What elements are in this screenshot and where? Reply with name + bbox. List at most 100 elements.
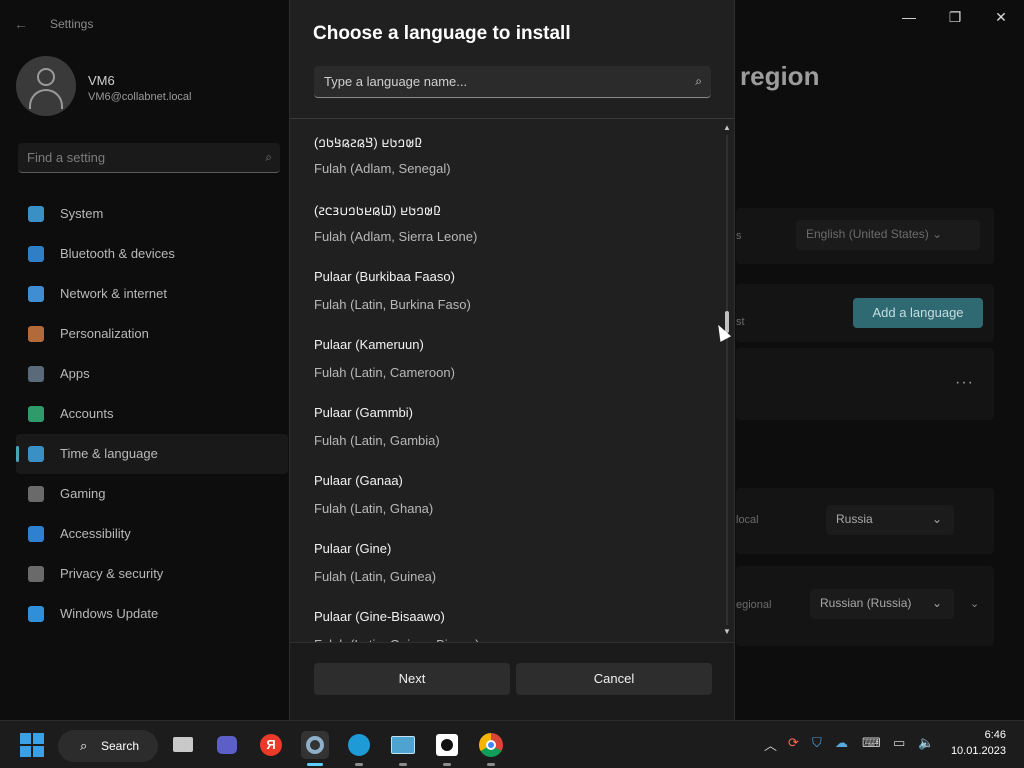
sidebar-item-label: Time & language — [60, 446, 158, 461]
apps-icon — [28, 366, 44, 382]
language-english-name: Fulah (Latin, Burkina Faso) — [314, 297, 471, 312]
chevron-up-icon[interactable]: ︿ — [764, 735, 777, 754]
brush-icon — [28, 326, 44, 342]
sidebar-item-label: Network & internet — [60, 286, 167, 301]
back-arrow-icon[interactable]: ← — [14, 14, 34, 34]
accessibility-icon — [28, 526, 44, 542]
search-icon: ⌕ — [80, 738, 88, 753]
language-list-item[interactable]: (𞤅𞤫𞤪𞤢𞤤𞤭𞤴𞤮𞤲) 𞤆𞤵𞤤𞤢𞤪 Fulah (Adlam, Sierra Le… — [290, 194, 720, 262]
restore-icon[interactable]: ❐ — [940, 8, 970, 26]
find-setting-placeholder: Find a setting — [27, 150, 106, 165]
settings-icon[interactable] — [301, 731, 329, 766]
time-language-page: region s English (United States) ⌄ st Ad… — [736, 48, 1024, 720]
page-title: region — [740, 61, 820, 91]
start-button[interactable] — [20, 733, 44, 757]
display-language-label: s — [736, 230, 742, 242]
network-icon — [28, 286, 44, 302]
globe-clock-icon — [28, 446, 44, 462]
language-list-item[interactable]: Pulaar (Gine) Fulah (Latin, Guinea) — [290, 534, 720, 602]
language-english-name: Fulah (Adlam, Sierra Leone) — [314, 229, 478, 244]
language-list-item[interactable]: Pulaar (Gine-Bisaawo)Fulah (Latin, Guine… — [290, 602, 720, 642]
chrome-icon[interactable] — [477, 731, 505, 766]
language-list-item[interactable]: Pulaar (Kameruun) Fulah (Latin, Cameroon) — [290, 330, 720, 398]
language-search-input[interactable] — [314, 66, 674, 97]
file-explorer-icon[interactable] — [169, 731, 197, 759]
language-english-name: Fulah (Adlam, Senegal) — [314, 161, 451, 176]
sidebar-item-time-language[interactable]: Time & language — [16, 434, 288, 474]
teams-icon[interactable] — [213, 731, 241, 759]
sidebar-item-personalization[interactable]: Personalization — [16, 314, 288, 354]
sidebar-item-apps[interactable]: Apps — [16, 354, 288, 394]
sidebar-item-network-internet[interactable]: Network & internet — [16, 274, 288, 314]
language-english-name: Fulah (Latin, Guinea) — [314, 569, 437, 584]
sidebar-item-accounts[interactable]: Accounts — [16, 394, 288, 434]
language-list-item[interactable]: Pulaar (Burkibaa Faaso) Fulah (Latin, Bur… — [290, 262, 720, 330]
sidebar-item-privacy-security[interactable]: Privacy & security — [16, 554, 288, 594]
language-native-name: Pulaar (Burkibaa Faaso) — [314, 269, 455, 284]
sidebar-item-label: Personalization — [60, 326, 149, 341]
language-native-name: Pulaar (Gine) — [314, 541, 392, 556]
sidebar-item-windows-update[interactable]: Windows Update — [16, 594, 288, 634]
taskbar: ⌕ Search Я ︿ ⟳ ⛉ ☁ ⌨ ▭ 🔈 6:46 10.01.2023 — [0, 720, 1024, 768]
user-email: VM6@collabnet.local — [88, 91, 192, 103]
preferred-languages-label: st — [736, 316, 745, 328]
dialog-title: Choose a language to install — [313, 23, 571, 44]
sync-icon[interactable]: ⟳ — [788, 735, 799, 751]
sidebar-item-label: Gaming — [60, 486, 106, 501]
scroll-track[interactable] — [726, 135, 728, 625]
control-panel-icon[interactable] — [389, 731, 417, 766]
sidebar-item-label: Apps — [60, 366, 90, 381]
language-list-item[interactable]: (𞤘𞤫𞤲𞤫𞤺𞤢𞤤) 𞤆𞤵𞤤𞤢𞤪 Fulah (Adlam, Senegal) — [290, 126, 720, 194]
sidebar-item-label: Windows Update — [60, 606, 159, 621]
bluetooth-icon — [28, 246, 44, 262]
sidebar-item-system[interactable]: System — [16, 194, 288, 234]
regional-format-select[interactable]: Russian (Russia) ⌄ — [810, 589, 954, 619]
clock[interactable]: 6:46 10.01.2023 — [946, 729, 1006, 757]
user-name: VM6 — [88, 73, 115, 88]
language-list: (𞤘𞤫𞤲𞤫𞤺𞤢𞤤) 𞤆𞤵𞤤𞤢𞤪 Fulah (Adlam, Senegal) (𞤅𞤫… — [290, 119, 734, 642]
scroll-up-arrow-icon[interactable]: ▲ — [723, 123, 731, 132]
scroll-down-arrow-icon[interactable]: ▼ — [723, 627, 731, 636]
add-language-button[interactable]: Add a language — [853, 298, 983, 328]
sidebar-item-label: Accessibility — [60, 526, 131, 541]
next-button[interactable]: Next — [314, 663, 510, 695]
country-region-select[interactable]: Russia ⌄ — [826, 505, 954, 535]
sidebar-item-label: Privacy & security — [60, 566, 164, 581]
update-icon — [28, 606, 44, 622]
language-search-box[interactable]: ⌕ — [314, 66, 711, 98]
kaspersky-icon[interactable] — [433, 731, 461, 766]
avatar — [16, 56, 76, 116]
language-list-item[interactable]: Pulaar (Ganaa) Fulah (Latin, Ghana) — [290, 466, 720, 534]
display-language-select[interactable]: English (United States) ⌄ — [796, 220, 980, 250]
search-icon: ⌕ — [695, 74, 702, 88]
clock-time: 6:46 — [984, 729, 1006, 741]
scrollbar[interactable]: ▲ ▼ — [721, 121, 733, 641]
edge-icon[interactable] — [345, 731, 373, 766]
close-icon[interactable]: ✕ — [986, 8, 1016, 26]
yandex-icon[interactable]: Я — [257, 731, 285, 759]
language-native-name: Pulaar (Gine-Bisaawo) — [314, 609, 445, 624]
sidebar-item-accessibility[interactable]: Accessibility — [16, 514, 288, 554]
dialog-footer: Next Cancel — [290, 642, 734, 720]
gaming-icon — [28, 486, 44, 502]
minimize-icon[interactable]: — — [894, 8, 924, 26]
defender-shield-icon[interactable]: ⛉ — [812, 735, 822, 751]
chevron-down-icon[interactable]: ⌄ — [970, 597, 979, 610]
regional-format-label: egional — [736, 599, 772, 611]
sidebar-nav: System Bluetooth & devices Network & inter… — [16, 194, 288, 634]
more-options-icon[interactable]: ··· — [955, 374, 974, 392]
volume-icon[interactable]: 🔈 — [918, 735, 934, 751]
sidebar-item-gaming[interactable]: Gaming — [16, 474, 288, 514]
cancel-button[interactable]: Cancel — [516, 663, 712, 695]
sidebar-item-bluetooth-devices[interactable]: Bluetooth & devices — [16, 234, 288, 274]
language-list-item[interactable]: Pulaar (Gammbi) Fulah (Latin, Gambia) — [290, 398, 720, 466]
find-setting-input[interactable]: Find a setting ⌕ — [18, 143, 280, 173]
cloud-icon[interactable]: ☁ — [835, 735, 848, 751]
network-icon[interactable]: ▭ — [893, 735, 905, 751]
language-native-name: Pulaar (Kameruun) — [314, 337, 424, 352]
accounts-icon — [28, 406, 44, 422]
language-native-name: (𞤅𞤫𞤪𞤢𞤤𞤭𞤴𞤮𞤲) 𞤆𞤵𞤤𞤢𞤪 — [314, 203, 442, 218]
keyboard-icon[interactable]: ⌨ — [862, 735, 881, 751]
taskbar-search-button[interactable]: ⌕ Search — [58, 730, 158, 762]
active-indicator — [16, 446, 19, 462]
